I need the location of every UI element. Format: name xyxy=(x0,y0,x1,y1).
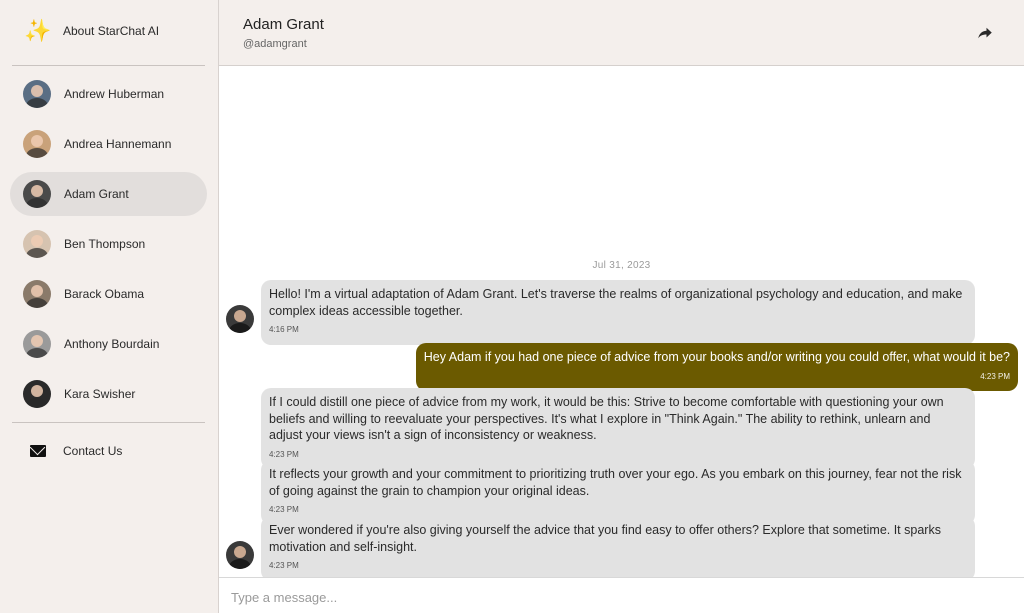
avatar xyxy=(226,541,254,569)
avatar xyxy=(226,305,254,333)
contact-label: Ben Thompson xyxy=(64,237,146,251)
avatar xyxy=(23,330,51,358)
contact-us-item[interactable]: Contact Us xyxy=(10,429,207,473)
message-text: Hello! I'm a virtual adaptation of Adam … xyxy=(269,287,963,318)
message-input[interactable] xyxy=(229,586,1013,608)
sidebar-item-kara-swisher[interactable]: Kara Swisher xyxy=(10,372,207,416)
message-composer xyxy=(219,577,1024,614)
avatar xyxy=(23,180,51,208)
sparkles-icon: ✨ xyxy=(24,18,52,43)
message-time: 4:16 PM xyxy=(269,325,299,334)
contact-label: Adam Grant xyxy=(64,187,129,201)
avatar xyxy=(23,230,51,258)
contact-label: Kara Swisher xyxy=(64,387,136,401)
contact-label: Anthony Bourdain xyxy=(64,337,160,351)
bot-message: It reflects your growth and your commitm… xyxy=(261,460,975,525)
message-time: 4:23 PM xyxy=(269,561,299,570)
message-text: If I could distill one piece of advice f… xyxy=(269,395,944,442)
contact-us-label: Contact Us xyxy=(63,444,123,458)
chat-title: Adam Grant xyxy=(243,16,324,33)
chat-handle: @adamgrant xyxy=(243,38,307,50)
sidebar-item-anthony-bourdain[interactable]: Anthony Bourdain xyxy=(10,322,207,366)
sidebar-divider xyxy=(12,422,205,423)
avatar xyxy=(23,380,51,408)
about-label: About StarChat AI xyxy=(63,24,160,38)
sidebar: ✨ About StarChat AI Andrew Huberman Andr… xyxy=(0,0,219,613)
message-text: Ever wondered if you're also giving your… xyxy=(269,523,941,554)
sidebar-item-ben-thompson[interactable]: Ben Thompson xyxy=(10,222,207,266)
about-starchat-item[interactable]: ✨ About StarChat AI xyxy=(10,9,207,53)
bot-message: Ever wondered if you're also giving your… xyxy=(261,516,975,581)
sidebar-item-andrea-hannemann[interactable]: Andrea Hannemann xyxy=(10,122,207,166)
message-text: Hey Adam if you had one piece of advice … xyxy=(423,350,1010,364)
contact-label: Andrew Huberman xyxy=(64,87,165,101)
bot-message: If I could distill one piece of advice f… xyxy=(261,388,975,469)
avatar xyxy=(23,280,51,308)
contact-label: Andrea Hannemann xyxy=(64,137,172,151)
chat-area: Jul 31, 2023 Hello! I'm a virtual adapta… xyxy=(219,66,1024,581)
avatar xyxy=(23,130,51,158)
message-text: It reflects your growth and your commitm… xyxy=(269,467,962,498)
sidebar-divider xyxy=(12,65,205,66)
sidebar-item-adam-grant[interactable]: Adam Grant xyxy=(10,172,207,216)
sidebar-item-andrew-huberman[interactable]: Andrew Huberman xyxy=(10,72,207,116)
message-time: 4:23 PM xyxy=(980,371,1010,381)
sidebar-item-barack-obama[interactable]: Barack Obama xyxy=(10,272,207,316)
bot-message: Hello! I'm a virtual adaptation of Adam … xyxy=(261,280,975,345)
chat-header: Adam Grant @adamgrant xyxy=(219,0,1024,66)
date-separator: Jul 31, 2023 xyxy=(592,260,651,271)
avatar xyxy=(23,80,51,108)
user-message: Hey Adam if you had one piece of advice … xyxy=(415,343,1018,391)
mail-icon xyxy=(30,445,46,457)
contact-label: Barack Obama xyxy=(64,287,145,301)
share-icon[interactable] xyxy=(976,24,994,42)
